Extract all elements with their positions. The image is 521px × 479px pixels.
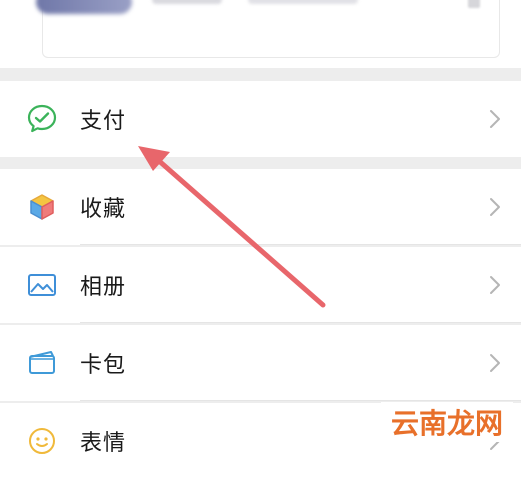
row-divider [80,244,521,245]
menu-item-label: 表情 [80,431,127,456]
watermark-text: 云南龙网 [390,407,503,440]
profile-card[interactable] [0,0,521,68]
chevron-right-icon [488,352,502,374]
profile-name-blurred [152,0,222,4]
menu-item-album[interactable]: 相册 [0,247,521,323]
avatar [36,0,132,14]
picture-icon [25,268,59,302]
menu-item-label: 卡包 [80,353,127,378]
profile-info-blurred [248,0,358,4]
chevron-right-icon [488,274,502,296]
wechat-pay-icon [25,102,59,136]
menu-item-favorites[interactable]: 收藏 [0,169,521,245]
watermark-logo: 云南龙网 [381,402,513,442]
row-divider [80,400,521,401]
chevron-right-icon [488,108,502,130]
menu-item-label: 相册 [80,275,127,300]
menu-item-cards[interactable]: 卡包 [0,325,521,401]
chevron-right-icon [488,196,502,218]
cube-icon [25,190,59,224]
wallet-icon [25,346,59,380]
smiley-icon [25,424,59,458]
qr-code-icon [468,0,480,8]
menu-item-label: 收藏 [80,197,127,222]
menu-item-label: 支付 [80,109,127,134]
menu-item-pay[interactable]: 支付 [0,81,521,157]
row-divider [80,322,521,323]
